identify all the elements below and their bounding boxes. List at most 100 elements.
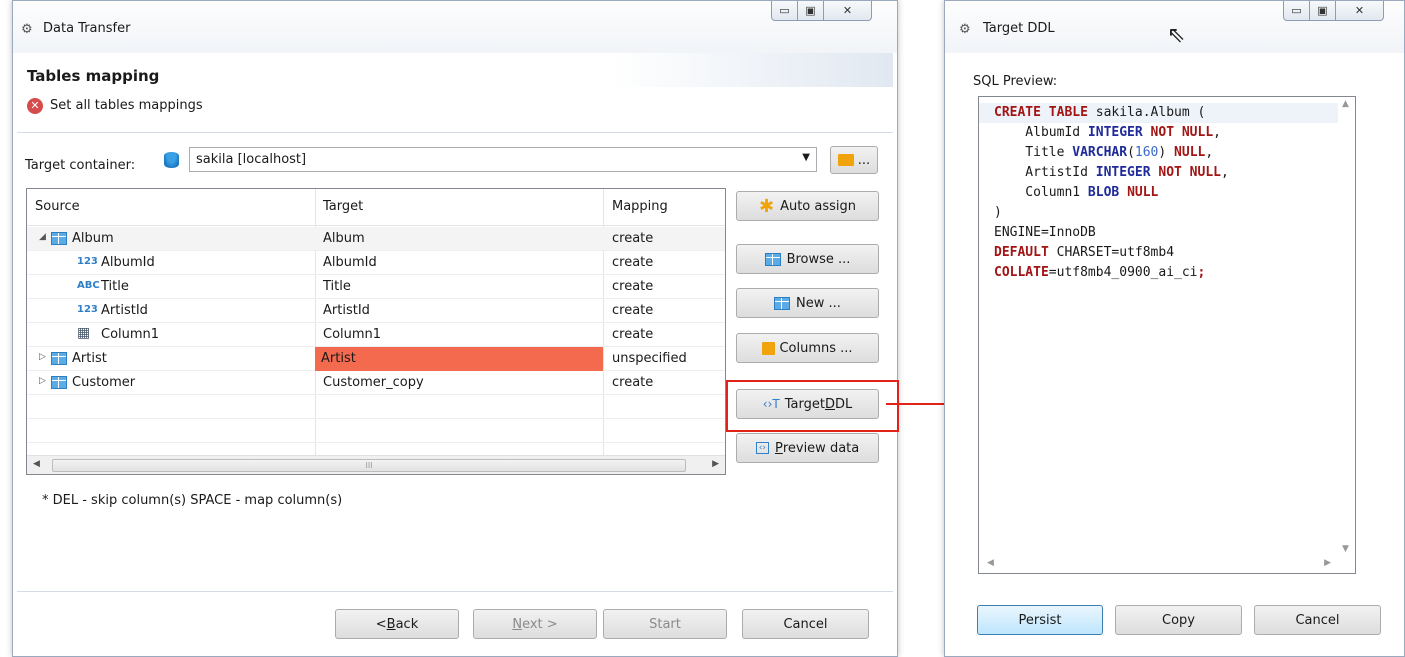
empty-row — [27, 395, 725, 419]
mapping-cell[interactable]: create — [612, 303, 653, 318]
number-type-icon: 123 — [77, 256, 98, 267]
asterisk-icon: ✱ — [758, 195, 775, 217]
target-cell[interactable]: Title — [323, 279, 351, 294]
sql-token: Title — [994, 145, 1073, 160]
window-controls: ▭ ▣ ✕ — [771, 1, 872, 21]
mapping-cell[interactable]: create — [612, 231, 653, 246]
table-icon — [764, 252, 781, 266]
column-header-mapping[interactable]: Mapping — [612, 199, 668, 214]
table-icon — [51, 232, 67, 245]
sql-token: ; — [1197, 265, 1206, 280]
back-button[interactable]: < Back — [335, 609, 459, 639]
mapping-cell[interactable]: create — [612, 255, 653, 270]
scroll-left-icon[interactable]: ◀ — [987, 558, 994, 568]
table-row[interactable]: 123 ArtistId ArtistId create — [27, 299, 725, 323]
maximize-button[interactable]: ▣ — [798, 1, 824, 21]
error-message: Set all tables mappings — [50, 98, 203, 113]
table-row[interactable]: ◢ Album Album create — [27, 227, 725, 251]
target-cell[interactable]: Artist — [315, 347, 603, 371]
next-button[interactable]: Next > — [473, 609, 597, 639]
minimize-button[interactable]: ▭ — [771, 1, 798, 21]
preview-icon: ‹› — [755, 442, 769, 454]
app-icon: ⚙ — [21, 22, 33, 37]
target-container-value: sakila [localhost] — [196, 152, 307, 167]
sql-preview-label: SQL Preview: — [973, 74, 1058, 89]
source-cell: Artist — [72, 351, 107, 366]
vertical-scrollbar[interactable]: ▲ ▼ — [1338, 97, 1355, 556]
text-type-icon: ABC — [77, 280, 100, 291]
mapping-table[interactable]: Source Target Mapping ◢ Album Album create 1… — [26, 188, 726, 475]
scroll-right-icon[interactable]: ▶ — [712, 459, 719, 469]
title-bar[interactable]: ⚙ Data Transfer ▭ ▣ ✕ — [13, 1, 897, 53]
ddl-window-title: Target DDL — [983, 21, 1055, 36]
table-icon — [51, 352, 67, 365]
new-button[interactable]: New ... — [736, 288, 879, 318]
table-row[interactable]: 123 AlbumId AlbumId create — [27, 251, 725, 275]
collapse-icon[interactable]: ◢ — [39, 232, 46, 242]
horizontal-scrollbar[interactable]: ◀ III ▶ — [27, 455, 725, 474]
scrollbar-thumb[interactable]: III — [52, 459, 686, 472]
expand-icon[interactable]: ▷ — [39, 352, 46, 362]
sql-token: ENGINE=InnoDB — [994, 225, 1096, 240]
sql-token: ) — [994, 205, 1002, 220]
sql-preview-editor[interactable]: CREATE TABLE sakila.Album ( AlbumId INTE… — [978, 96, 1356, 574]
table-row[interactable]: ▷ Artist Artist unspecified — [27, 347, 725, 371]
table-row[interactable]: ABC Title Title create — [27, 275, 725, 299]
keyboard-hint: * DEL - skip column(s) SPACE - map colum… — [42, 493, 343, 508]
persist-button[interactable]: Persist — [977, 605, 1103, 635]
scroll-up-icon[interactable]: ▲ — [1342, 99, 1349, 109]
target-container-combo[interactable]: sakila [localhost] ▼ — [189, 147, 817, 172]
sql-token: NULL — [1174, 145, 1206, 160]
sql-token: , — [1205, 145, 1214, 160]
scroll-left-icon[interactable]: ◀ — [33, 459, 40, 469]
sql-token: Column1 — [994, 185, 1088, 200]
maximize-button[interactable]: ▣ — [1310, 1, 1336, 21]
choose-container-button[interactable]: ... — [830, 146, 878, 174]
close-button[interactable]: ✕ — [1336, 1, 1384, 21]
table-row[interactable]: ▷ Customer Customer_copy create — [27, 371, 725, 395]
close-button[interactable]: ✕ — [824, 1, 872, 21]
sql-line: DEFAULT CHARSET=utf8mb4 — [994, 243, 1229, 263]
minimize-button[interactable]: ▭ — [1283, 1, 1310, 21]
sql-token: VARCHAR — [1072, 145, 1128, 160]
sql-token: AlbumId — [994, 125, 1088, 140]
sql-token: INTEGER — [1095, 165, 1151, 180]
target-cell[interactable]: Album — [323, 231, 365, 246]
target-cell[interactable]: Customer_copy — [323, 375, 424, 390]
window-title: Data Transfer — [43, 21, 131, 36]
target-cell[interactable]: Column1 — [323, 327, 381, 342]
browse-button[interactable]: Browse ... — [736, 244, 879, 274]
auto-assign-button[interactable]: ✱ Auto assign — [736, 191, 879, 221]
sql-line: ENGINE=InnoDB — [994, 223, 1229, 243]
sql-text: CREATE TABLE sakila.Album ( AlbumId INTE… — [994, 103, 1229, 283]
target-cell[interactable]: ArtistId — [323, 303, 370, 318]
sql-token: NOT NULL — [1158, 165, 1221, 180]
cancel-button[interactable]: Cancel — [1254, 605, 1381, 635]
error-icon: ✕ — [27, 98, 43, 114]
blob-type-icon: ▦ — [77, 325, 91, 341]
column-header-target[interactable]: Target — [323, 199, 363, 214]
sql-token: ( — [1127, 145, 1135, 160]
mapping-cell[interactable]: create — [612, 279, 653, 294]
preview-data-button[interactable]: ‹› Preview data — [736, 433, 879, 463]
target-cell[interactable]: AlbumId — [323, 255, 377, 270]
expand-icon[interactable]: ▷ — [39, 376, 46, 386]
column-header-source[interactable]: Source — [35, 199, 80, 214]
horizontal-scrollbar[interactable]: ◀ ▶ — [979, 556, 1355, 573]
copy-button[interactable]: Copy — [1115, 605, 1242, 635]
columns-button[interactable]: Columns ... — [736, 333, 879, 363]
start-button[interactable]: Start — [603, 609, 727, 639]
number-type-icon: 123 — [77, 304, 98, 315]
mapping-cell[interactable]: create — [612, 375, 653, 390]
sql-token: , — [1213, 125, 1221, 140]
sql-line: AlbumId INTEGER NOT NULL, — [994, 123, 1229, 143]
mapping-cell[interactable]: unspecified — [612, 351, 687, 366]
scroll-right-icon[interactable]: ▶ — [1324, 558, 1331, 568]
table-row[interactable]: ▦ Column1 Column1 create — [27, 323, 725, 347]
source-cell: Title — [101, 279, 129, 294]
scroll-down-icon[interactable]: ▼ — [1342, 544, 1349, 554]
cancel-button[interactable]: Cancel — [742, 609, 869, 639]
new-table-icon — [774, 296, 791, 310]
mapping-cell[interactable]: create — [612, 327, 653, 342]
